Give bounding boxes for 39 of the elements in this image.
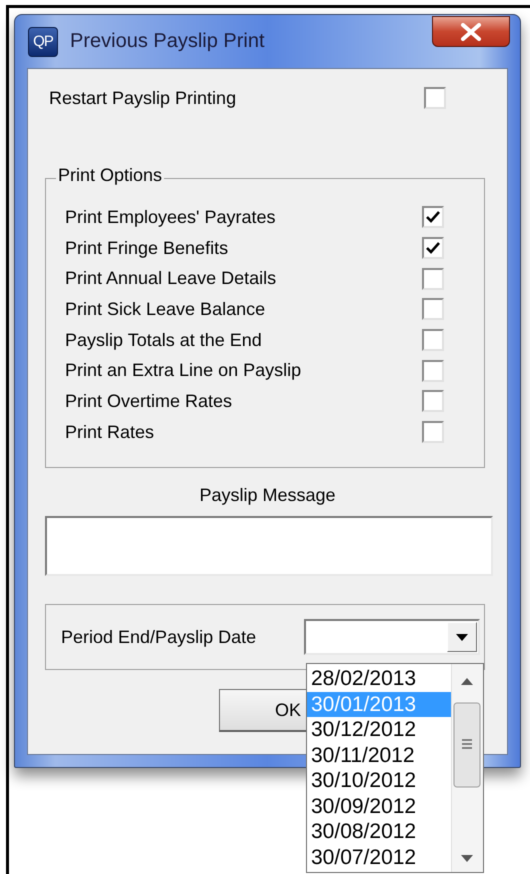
scroll-down-icon[interactable] [461,855,473,862]
option-label: Restart Payslip Printing [49,88,238,108]
option-label: Print Rates [65,422,156,443]
check-icon [426,211,440,224]
close-button[interactable] [432,16,510,47]
option-label: Print Overtime Rates [65,390,234,412]
scrollbar[interactable] [451,664,483,872]
checkbox[interactable] [422,390,444,412]
option-label: Print Fringe Benefits [65,238,230,259]
checkbox[interactable] [424,87,446,109]
checkbox[interactable] [422,298,444,320]
option-label: Print Annual Leave Details [65,268,278,290]
scroll-up-icon[interactable] [461,678,473,685]
list-item[interactable]: 30/10/2012 [307,768,451,794]
checkbox[interactable] [422,329,444,352]
group-legend: Print Options [56,165,164,186]
option-label: Print Sick Leave Balance [65,298,266,320]
window-title: Previous Payslip Print [70,30,265,53]
checkbox[interactable] [422,237,444,260]
checkbox[interactable] [422,268,444,290]
scroll-thumb[interactable] [453,702,481,788]
list-item[interactable]: 28/02/2013 [307,666,451,692]
check-icon [426,242,440,254]
field-label: Payslip Message [198,485,337,506]
option-label: Payslip Totals at the End [65,330,263,351]
option-label: Print Employees' Payrates [65,206,277,228]
field-label: Period End/Payslip Date [61,626,256,648]
list-item[interactable]: 30/08/2012 [307,819,451,844]
option-label: Print an Extra Line on Payslip [65,360,302,382]
list-item[interactable]: 30/09/2012 [307,794,451,819]
date-dropdown[interactable] [304,619,480,655]
checkbox[interactable] [422,360,444,382]
close-icon [460,22,482,40]
checkbox[interactable] [422,421,444,444]
message-field[interactable] [45,516,493,576]
app-icon: QP [28,26,58,56]
list-item[interactable]: 30/07/2012 [307,844,451,870]
list-item[interactable]: 30/11/2012 [307,742,451,768]
checkbox[interactable] [422,206,444,228]
